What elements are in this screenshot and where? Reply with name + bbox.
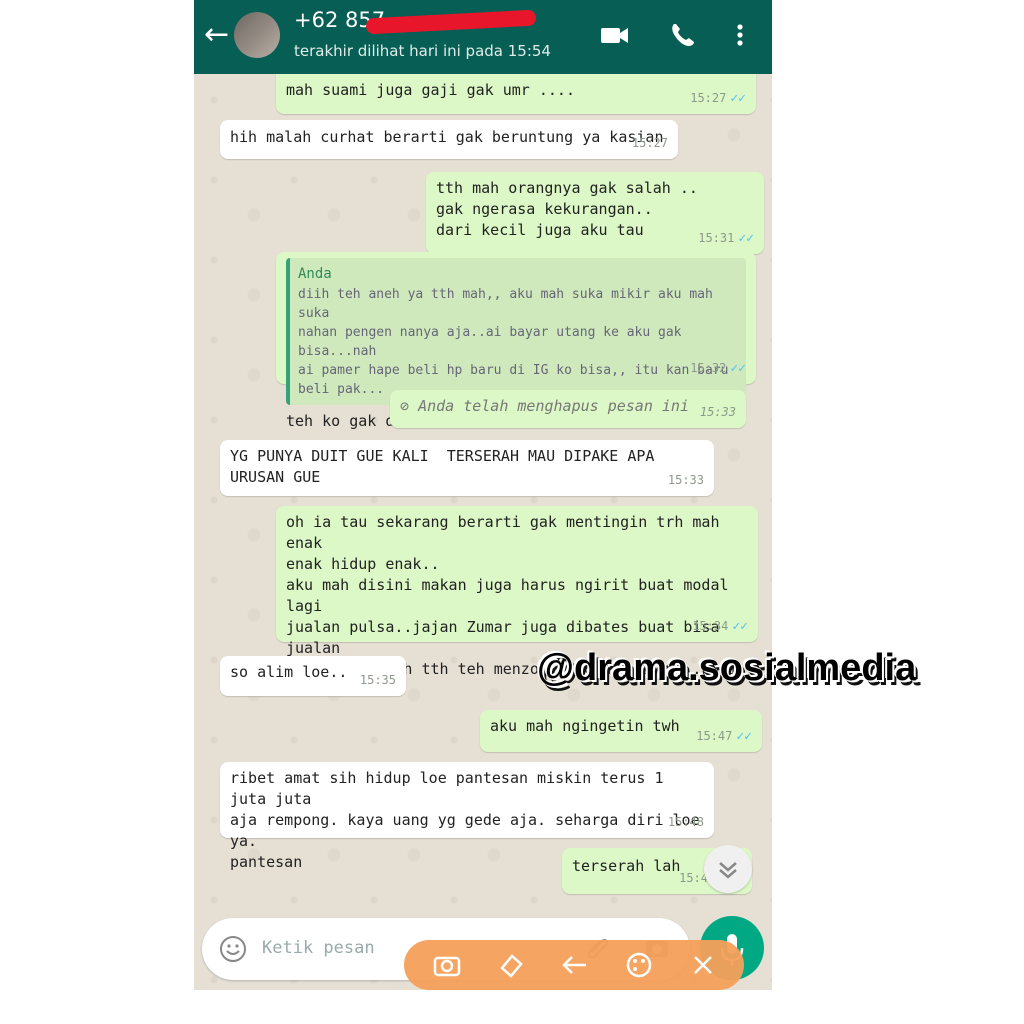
- read-ticks-icon: ✓✓: [732, 619, 748, 634]
- message-bubble-out-reply[interactable]: Anda diih teh aneh ya tth mah,, aku mah …: [276, 252, 756, 430]
- message-bubble-in[interactable]: hih malah curhat berarti gak beruntung y…: [220, 120, 678, 159]
- back-arrow-icon[interactable]: ←: [204, 18, 232, 54]
- quoted-text: diih teh aneh ya tth mah,, aku mah suka …: [298, 287, 729, 397]
- read-ticks-icon: ✓✓: [736, 729, 752, 744]
- deleted-text: Anda telah menghapus pesan ini: [418, 397, 689, 415]
- scroll-down-button[interactable]: [704, 845, 752, 893]
- message-bubble-out[interactable]: tth mah orangnya gak salah .. gak ngeras…: [426, 172, 764, 254]
- phone-icon[interactable]: [666, 18, 700, 52]
- watermark: @drama.sosialmedia: [537, 647, 917, 689]
- eraser-icon[interactable]: [496, 950, 526, 980]
- last-seen-status: terakhir dilihat hari ini pada 15:54: [294, 42, 551, 60]
- camera-icon[interactable]: [432, 950, 462, 980]
- message-bubble-in[interactable]: YG PUNYA DUIT GUE KALI TERSERAH MAU DIPA…: [220, 440, 714, 496]
- undo-icon[interactable]: [560, 950, 590, 980]
- smiley-icon[interactable]: [218, 934, 248, 964]
- deleted-message-bubble[interactable]: ⊘ Anda telah menghapus pesan ini 15:33: [390, 390, 746, 428]
- quoted-message[interactable]: Anda diih teh aneh ya tth mah,, aku mah …: [286, 258, 746, 405]
- palette-icon[interactable]: [624, 950, 654, 980]
- redaction-scribble: [365, 9, 537, 35]
- message-time: 15:34 ✓✓: [692, 619, 748, 634]
- message-text: hih malah curhat berarti gak beruntung y…: [230, 128, 664, 146]
- message-text: YG PUNYA DUIT GUE KALI TERSERAH MAU DIPA…: [230, 447, 655, 486]
- video-call-icon[interactable]: [598, 18, 632, 52]
- message-time: 15:47 ✓✓: [696, 729, 752, 744]
- more-vert-icon[interactable]: [728, 18, 752, 52]
- message-time: 15:35: [359, 673, 396, 687]
- avatar[interactable]: [234, 12, 280, 58]
- message-time: 15:48: [667, 815, 704, 829]
- chat-screen: mah suami juga gaji gak umr .... 15:27 ✓✓…: [194, 0, 772, 990]
- close-icon[interactable]: [688, 950, 718, 980]
- message-time: 15:31 ✓✓: [698, 231, 754, 246]
- message-time: 15:27: [631, 136, 668, 150]
- message-time: 15:32 ✓✓: [690, 361, 746, 376]
- message-bubble-out[interactable]: oh ia tau sekarang berarti gak mentingin…: [276, 506, 758, 699]
- message-time: 15:33: [667, 473, 704, 487]
- message-bubble-in[interactable]: so alim loe.. 15:35: [220, 656, 406, 696]
- screenshot-edit-toolbar: [404, 940, 744, 990]
- message-time: 15:27 ✓✓: [690, 91, 746, 106]
- deleted-icon: ⊘: [400, 397, 419, 415]
- read-ticks-icon: ✓✓: [738, 231, 754, 246]
- message-input[interactable]: Ketik pesan: [262, 938, 375, 958]
- read-ticks-icon: ✓✓: [730, 361, 746, 376]
- message-bubble-out[interactable]: aku mah ngingetin twh 15:47 ✓✓: [480, 710, 762, 752]
- read-ticks-icon: ✓✓: [730, 91, 746, 106]
- message-bubble-in[interactable]: ribet amat sih hidup loe pantesan miskin…: [220, 762, 714, 871]
- chevron-down-icon: [719, 862, 737, 879]
- quoted-author: Anda: [298, 266, 332, 282]
- message-time: 15:33: [699, 405, 736, 419]
- chat-header: ← +62 857 terakhir dilihat hari ini pada…: [194, 0, 772, 74]
